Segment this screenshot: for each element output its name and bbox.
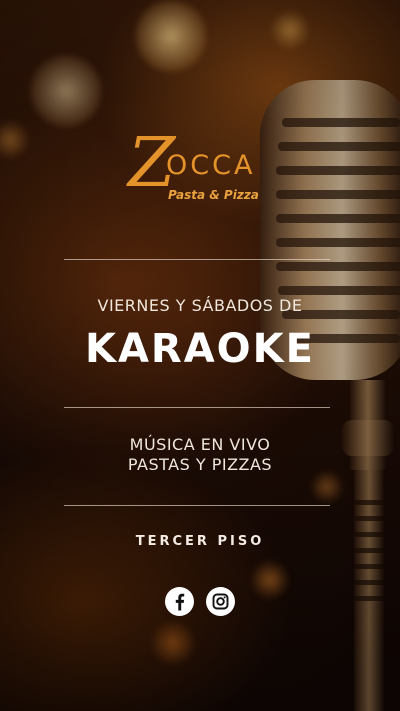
feature-line: PASTAS Y PIZZAS [127,455,273,474]
social-links [164,587,236,617]
facebook-icon [175,593,185,611]
bokeh-light [0,120,30,160]
facebook-button[interactable] [165,587,194,616]
divider [64,259,330,260]
instagram-icon [212,593,229,610]
instagram-button[interactable] [206,587,235,616]
bokeh-light [135,0,207,72]
event-location: TERCER PISO [135,534,265,549]
feature-line: MÚSICA EN VIVO [129,435,271,454]
bokeh-light [150,620,196,666]
divider [64,407,330,408]
bokeh-light [30,55,102,127]
event-title: KARAOKE [84,326,316,372]
logo-tagline: Pasta & Pizza [168,188,259,202]
zocca-logo: Z OCCA Pasta & Pizza [128,130,278,210]
logo-name: OCCA [166,150,256,181]
divider [64,505,330,506]
bokeh-light [270,10,310,50]
karaoke-promo: Z OCCA Pasta & Pizza VIERNES Y SÁBADOS D… [0,0,400,711]
event-days: VIERNES Y SÁBADOS DE [97,296,303,315]
